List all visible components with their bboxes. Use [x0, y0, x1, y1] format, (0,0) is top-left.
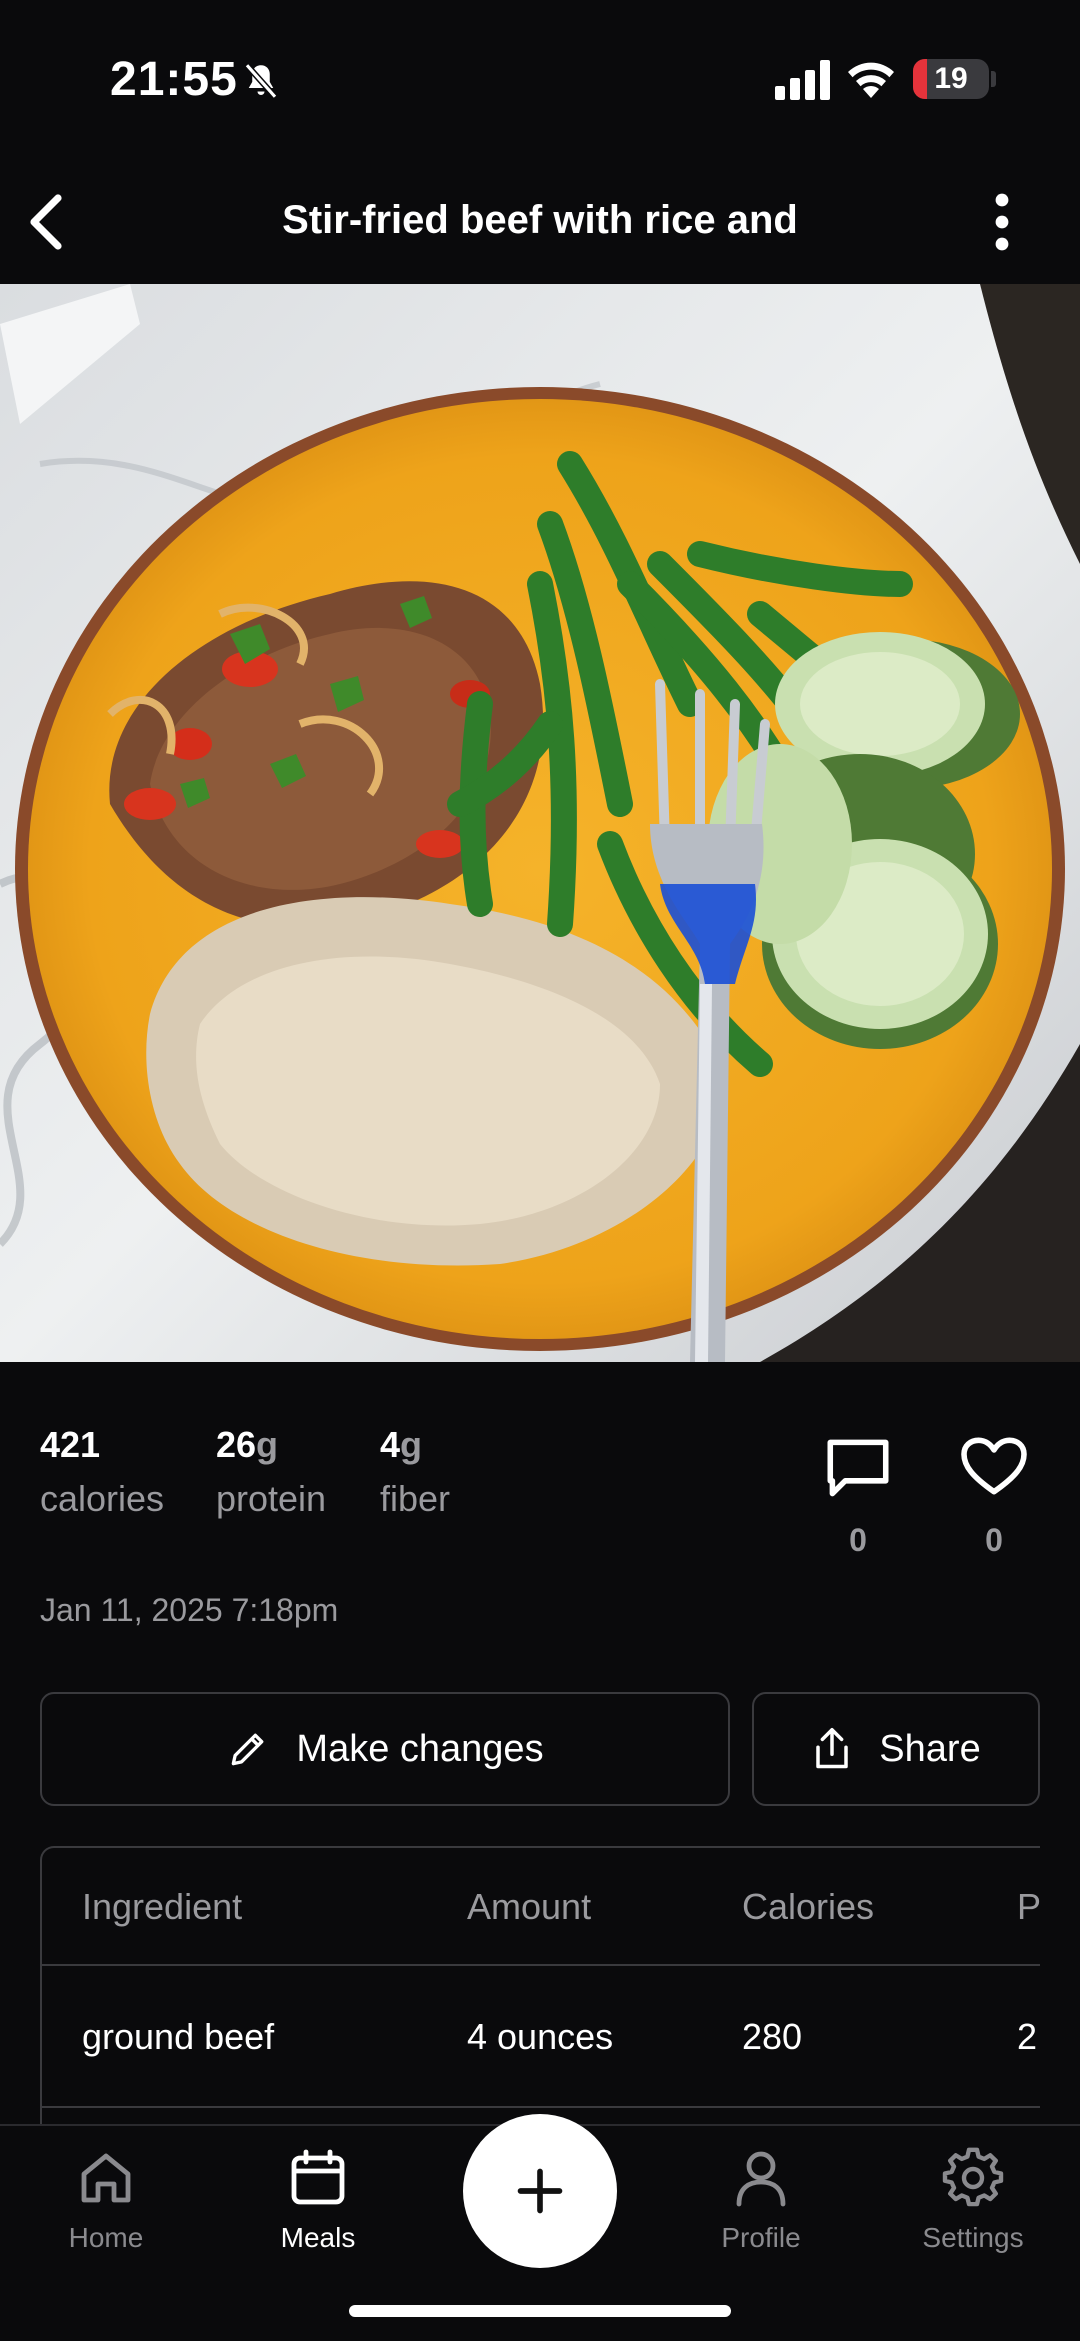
- stat-fiber-value: 4: [380, 1424, 401, 1465]
- header-calories: Calories: [742, 1886, 875, 1927]
- home-icon: [81, 2153, 131, 2203]
- tab-profile-label: Profile: [721, 2222, 801, 2253]
- stat-protein-label: protein: [216, 1478, 327, 1519]
- stat-protein: 26g protein: [216, 1424, 326, 1520]
- likes-count: 0: [985, 1522, 1003, 1558]
- stat-calories-value: 421: [40, 1424, 101, 1465]
- nav-header: Stir-fried beef with rice and: [0, 160, 1080, 284]
- share-label: Share: [879, 1727, 981, 1770]
- cell-protein: 2:: [1017, 2016, 1040, 2057]
- meal-photo[interactable]: [0, 284, 1080, 1362]
- stat-calories-label: calories: [40, 1478, 165, 1519]
- page-title: Stir-fried beef with rice and: [282, 198, 798, 242]
- tab-profile[interactable]: Profile: [681, 2146, 841, 2254]
- header-amount: Amount: [467, 1886, 592, 1927]
- ingredients-table[interactable]: Ingredient Amount Calories Pr ground bee…: [40, 1846, 1040, 2126]
- add-meal-button[interactable]: [463, 2114, 617, 2268]
- comments-count: 0: [849, 1522, 867, 1558]
- home-indicator: [349, 2305, 731, 2317]
- heart-icon[interactable]: [959, 1436, 1029, 1496]
- stat-fiber: 4g fiber: [380, 1424, 450, 1520]
- tab-meals-label: Meals: [280, 2222, 356, 2253]
- stat-fiber-label: fiber: [380, 1478, 451, 1519]
- tab-settings-label: Settings: [922, 2222, 1024, 2253]
- person-icon: [736, 2151, 786, 2207]
- tab-meals[interactable]: Meals: [238, 2146, 398, 2254]
- share-button[interactable]: Share: [752, 1692, 1040, 1806]
- wifi-icon: [848, 62, 894, 98]
- stat-calories: 421 calories: [40, 1424, 164, 1520]
- cellular-signal-icon: [775, 60, 830, 100]
- more-vertical-icon[interactable]: [980, 190, 1024, 254]
- stat-fiber-unit: g: [400, 1424, 423, 1465]
- tab-home-label: Home: [68, 2222, 144, 2253]
- tab-home[interactable]: Home: [26, 2146, 186, 2254]
- cell-ingredient: ground beef: [82, 2016, 275, 2057]
- make-changes-label: Make changes: [296, 1727, 544, 1770]
- table-header-row: Ingredient Amount Calories Pr: [42, 1848, 1040, 1966]
- pencil-icon: [232, 1733, 264, 1766]
- header-protein: Pr: [1017, 1886, 1040, 1927]
- tab-settings[interactable]: Settings: [893, 2146, 1053, 2254]
- status-time: 21:55: [110, 53, 238, 106]
- stat-protein-unit: g: [256, 1424, 279, 1465]
- share-icon: [816, 1728, 849, 1769]
- chevron-left-icon[interactable]: [18, 190, 78, 254]
- cell-calories: 280: [742, 2016, 803, 2057]
- meal-date: Jan 11, 2025 7:18pm: [40, 1592, 339, 1628]
- make-changes-button[interactable]: Make changes: [40, 1692, 730, 1806]
- battery-level: 19: [934, 62, 968, 95]
- cell-amount: 4 ounces: [467, 2016, 614, 2057]
- status-bar: 21:55 19: [0, 0, 1080, 160]
- comment-icon[interactable]: [823, 1436, 893, 1500]
- calendar-icon: [291, 2149, 345, 2205]
- table-row[interactable]: ground beef 4 ounces 280 2:: [42, 1968, 1040, 2108]
- gear-icon: [942, 2147, 1004, 2207]
- header-ingredient: Ingredient: [82, 1886, 243, 1927]
- plus-icon: [517, 2168, 563, 2214]
- battery-cap: [991, 71, 996, 87]
- stat-protein-value: 26: [216, 1424, 257, 1465]
- battery-icon: 19: [913, 59, 989, 99]
- bell-slash-icon: [244, 63, 278, 99]
